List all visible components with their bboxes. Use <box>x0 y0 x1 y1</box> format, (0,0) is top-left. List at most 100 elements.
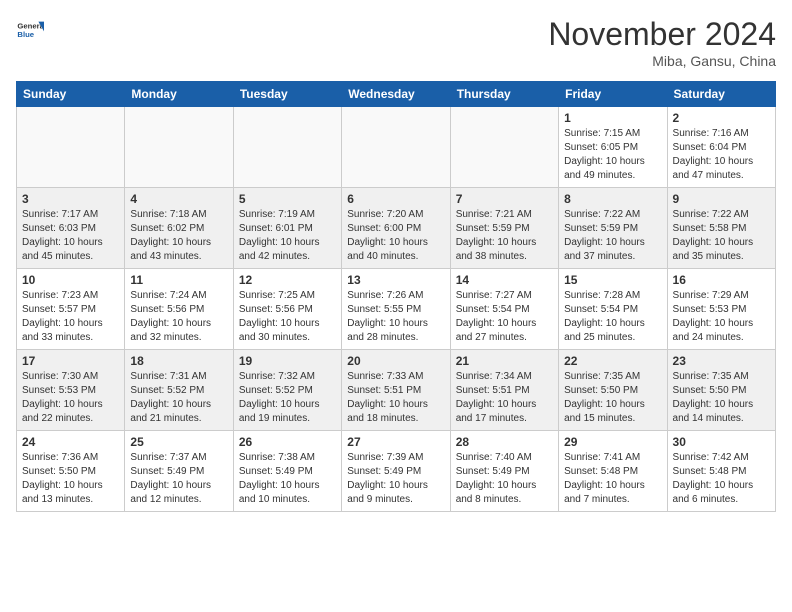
calendar-weekday-header: Friday <box>559 82 667 107</box>
day-info: Sunrise: 7:20 AM Sunset: 6:00 PM Dayligh… <box>347 208 444 264</box>
day-info: Sunrise: 7:35 AM Sunset: 5:50 PM Dayligh… <box>564 370 661 426</box>
day-info: Sunrise: 7:22 AM Sunset: 5:58 PM Dayligh… <box>673 208 770 264</box>
day-info: Sunrise: 7:23 AM Sunset: 5:57 PM Dayligh… <box>22 289 119 345</box>
calendar-week-row: 1 Sunrise: 7:15 AM Sunset: 6:05 PM Daylig… <box>17 107 776 188</box>
calendar-day-cell: 12 Sunrise: 7:25 AM Sunset: 5:56 PM Dayli… <box>233 269 341 350</box>
day-number: 14 <box>456 273 553 287</box>
day-number: 17 <box>22 354 119 368</box>
day-number: 10 <box>22 273 119 287</box>
page-header: General Blue November 2024 Miba, Gansu, … <box>16 16 776 69</box>
day-info: Sunrise: 7:34 AM Sunset: 5:51 PM Dayligh… <box>456 370 553 426</box>
month-title: November 2024 <box>548 16 776 53</box>
day-number: 20 <box>347 354 444 368</box>
calendar-weekday-header: Tuesday <box>233 82 341 107</box>
calendar-header-row: SundayMondayTuesdayWednesdayThursdayFrid… <box>17 82 776 107</box>
calendar-day-cell <box>233 107 341 188</box>
day-number: 23 <box>673 354 770 368</box>
calendar-week-row: 10 Sunrise: 7:23 AM Sunset: 5:57 PM Dayli… <box>17 269 776 350</box>
calendar-day-cell: 25Sunrise: 7:37 AM Sunset: 5:49 PM Dayli… <box>125 431 233 512</box>
day-info: Sunrise: 7:39 AM Sunset: 5:49 PM Dayligh… <box>347 451 444 507</box>
day-number: 1 <box>564 111 661 125</box>
day-number: 27 <box>347 435 444 449</box>
day-number: 5 <box>239 192 336 206</box>
day-info: Sunrise: 7:38 AM Sunset: 5:49 PM Dayligh… <box>239 451 336 507</box>
day-info: Sunrise: 7:29 AM Sunset: 5:53 PM Dayligh… <box>673 289 770 345</box>
calendar-weekday-header: Thursday <box>450 82 558 107</box>
day-info: Sunrise: 7:25 AM Sunset: 5:56 PM Dayligh… <box>239 289 336 345</box>
day-number: 19 <box>239 354 336 368</box>
day-number: 2 <box>673 111 770 125</box>
day-number: 28 <box>456 435 553 449</box>
day-info: Sunrise: 7:15 AM Sunset: 6:05 PM Dayligh… <box>564 127 661 183</box>
calendar-week-row: 3 Sunrise: 7:17 AM Sunset: 6:03 PM Daylig… <box>17 188 776 269</box>
day-info: Sunrise: 7:21 AM Sunset: 5:59 PM Dayligh… <box>456 208 553 264</box>
calendar-day-cell: 6Sunrise: 7:20 AM Sunset: 6:00 PM Daylig… <box>342 188 450 269</box>
calendar-day-cell <box>17 107 125 188</box>
day-info: Sunrise: 7:40 AM Sunset: 5:49 PM Dayligh… <box>456 451 553 507</box>
calendar-body: 1 Sunrise: 7:15 AM Sunset: 6:05 PM Daylig… <box>17 107 776 512</box>
calendar-day-cell: 28 Sunrise: 7:40 AM Sunset: 5:49 PM Dayli… <box>450 431 558 512</box>
calendar-day-cell: 24 Sunrise: 7:36 AM Sunset: 5:50 PM Dayli… <box>17 431 125 512</box>
day-number: 12 <box>239 273 336 287</box>
calendar-day-cell: 16 Sunrise: 7:29 AM Sunset: 5:53 PM Dayli… <box>667 269 775 350</box>
day-number: 8 <box>564 192 661 206</box>
calendar-week-row: 17 Sunrise: 7:30 AM Sunset: 5:53 PM Dayli… <box>17 350 776 431</box>
day-info: Sunrise: 7:30 AM Sunset: 5:53 PM Dayligh… <box>22 370 119 426</box>
day-number: 7 <box>456 192 553 206</box>
calendar-day-cell: 20Sunrise: 7:33 AM Sunset: 5:51 PM Dayli… <box>342 350 450 431</box>
calendar-day-cell: 11 Sunrise: 7:24 AM Sunset: 5:56 PM Dayli… <box>125 269 233 350</box>
day-number: 4 <box>130 192 227 206</box>
calendar-day-cell: 30Sunrise: 7:42 AM Sunset: 5:48 PM Dayli… <box>667 431 775 512</box>
logo: General Blue <box>16 16 44 44</box>
calendar-weekday-header: Saturday <box>667 82 775 107</box>
calendar-day-cell: 2Sunrise: 7:16 AM Sunset: 6:04 PM Daylig… <box>667 107 775 188</box>
day-number: 29 <box>564 435 661 449</box>
day-info: Sunrise: 7:28 AM Sunset: 5:54 PM Dayligh… <box>564 289 661 345</box>
day-number: 21 <box>456 354 553 368</box>
day-info: Sunrise: 7:35 AM Sunset: 5:50 PM Dayligh… <box>673 370 770 426</box>
calendar-day-cell: 9 Sunrise: 7:22 AM Sunset: 5:58 PM Daylig… <box>667 188 775 269</box>
calendar-day-cell <box>342 107 450 188</box>
day-info: Sunrise: 7:17 AM Sunset: 6:03 PM Dayligh… <box>22 208 119 264</box>
calendar-day-cell: 19 Sunrise: 7:32 AM Sunset: 5:52 PM Dayli… <box>233 350 341 431</box>
calendar-day-cell: 8 Sunrise: 7:22 AM Sunset: 5:59 PM Daylig… <box>559 188 667 269</box>
day-info: Sunrise: 7:24 AM Sunset: 5:56 PM Dayligh… <box>130 289 227 345</box>
calendar-weekday-header: Sunday <box>17 82 125 107</box>
day-info: Sunrise: 7:18 AM Sunset: 6:02 PM Dayligh… <box>130 208 227 264</box>
calendar-day-cell: 13Sunrise: 7:26 AM Sunset: 5:55 PM Dayli… <box>342 269 450 350</box>
calendar-day-cell: 27 Sunrise: 7:39 AM Sunset: 5:49 PM Dayli… <box>342 431 450 512</box>
calendar-day-cell: 10 Sunrise: 7:23 AM Sunset: 5:57 PM Dayli… <box>17 269 125 350</box>
calendar-day-cell: 21 Sunrise: 7:34 AM Sunset: 5:51 PM Dayli… <box>450 350 558 431</box>
calendar-day-cell: 3 Sunrise: 7:17 AM Sunset: 6:03 PM Daylig… <box>17 188 125 269</box>
calendar-day-cell: 22Sunrise: 7:35 AM Sunset: 5:50 PM Dayli… <box>559 350 667 431</box>
day-info: Sunrise: 7:27 AM Sunset: 5:54 PM Dayligh… <box>456 289 553 345</box>
calendar-day-cell: 29 Sunrise: 7:41 AM Sunset: 5:48 PM Dayli… <box>559 431 667 512</box>
day-number: 15 <box>564 273 661 287</box>
location: Miba, Gansu, China <box>548 53 776 69</box>
day-number: 9 <box>673 192 770 206</box>
day-number: 24 <box>22 435 119 449</box>
calendar-day-cell: 5Sunrise: 7:19 AM Sunset: 6:01 PM Daylig… <box>233 188 341 269</box>
calendar-day-cell: 1 Sunrise: 7:15 AM Sunset: 6:05 PM Daylig… <box>559 107 667 188</box>
calendar-table: SundayMondayTuesdayWednesdayThursdayFrid… <box>16 81 776 512</box>
calendar-day-cell: 15 Sunrise: 7:28 AM Sunset: 5:54 PM Dayli… <box>559 269 667 350</box>
calendar-day-cell: 14 Sunrise: 7:27 AM Sunset: 5:54 PM Dayli… <box>450 269 558 350</box>
calendar-day-cell <box>125 107 233 188</box>
day-info: Sunrise: 7:41 AM Sunset: 5:48 PM Dayligh… <box>564 451 661 507</box>
calendar-day-cell: 17 Sunrise: 7:30 AM Sunset: 5:53 PM Dayli… <box>17 350 125 431</box>
calendar-weekday-header: Wednesday <box>342 82 450 107</box>
title-block: November 2024 Miba, Gansu, China <box>548 16 776 69</box>
day-info: Sunrise: 7:31 AM Sunset: 5:52 PM Dayligh… <box>130 370 227 426</box>
day-number: 3 <box>22 192 119 206</box>
day-info: Sunrise: 7:22 AM Sunset: 5:59 PM Dayligh… <box>564 208 661 264</box>
day-number: 16 <box>673 273 770 287</box>
day-info: Sunrise: 7:26 AM Sunset: 5:55 PM Dayligh… <box>347 289 444 345</box>
calendar-weekday-header: Monday <box>125 82 233 107</box>
day-info: Sunrise: 7:32 AM Sunset: 5:52 PM Dayligh… <box>239 370 336 426</box>
day-number: 25 <box>130 435 227 449</box>
calendar-day-cell: 7 Sunrise: 7:21 AM Sunset: 5:59 PM Daylig… <box>450 188 558 269</box>
day-number: 26 <box>239 435 336 449</box>
day-info: Sunrise: 7:36 AM Sunset: 5:50 PM Dayligh… <box>22 451 119 507</box>
day-number: 30 <box>673 435 770 449</box>
day-number: 11 <box>130 273 227 287</box>
